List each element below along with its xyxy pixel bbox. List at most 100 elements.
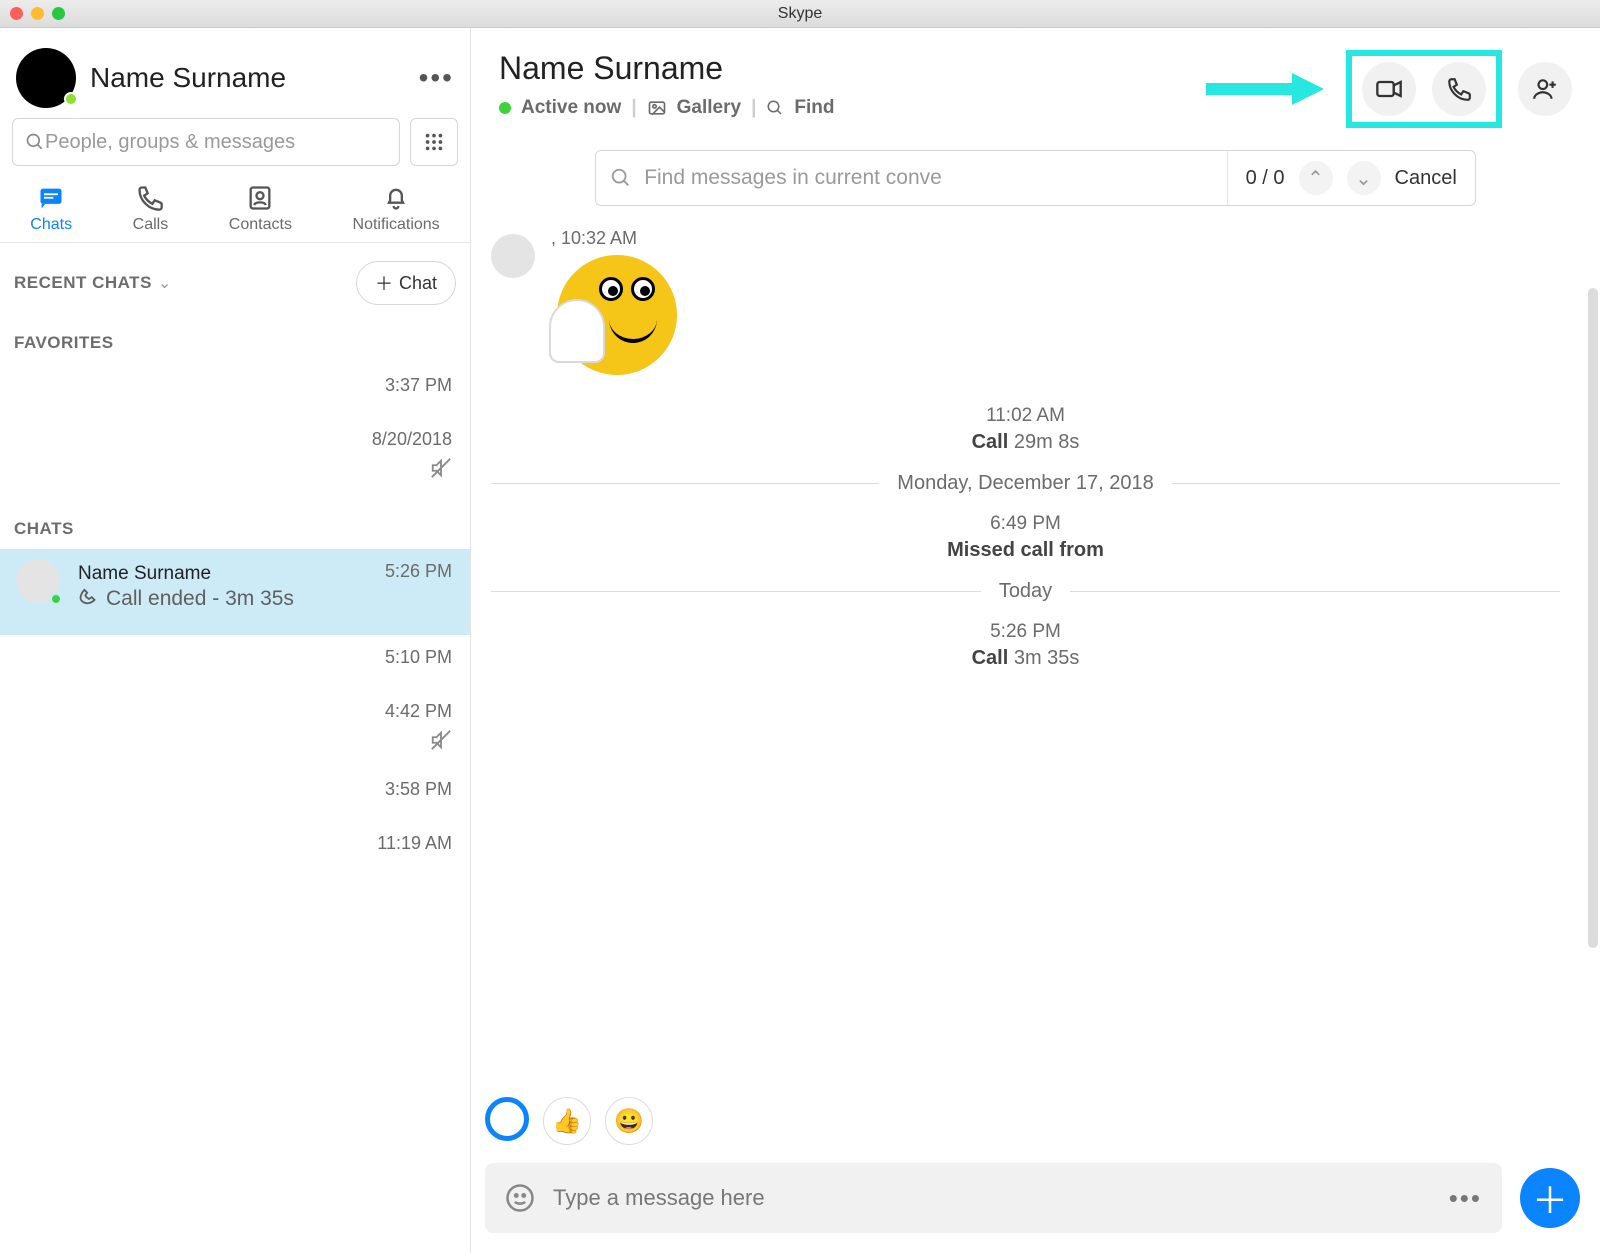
find-cancel-button[interactable]: Cancel — [1395, 167, 1457, 190]
new-action-fab[interactable]: ＋ — [1520, 1168, 1580, 1228]
reaction-suggestions: 👍 😀 — [471, 1089, 1600, 1153]
self-avatar[interactable] — [16, 48, 76, 108]
new-chat-label: Chat — [399, 273, 437, 294]
chevron-down-icon: ⌄ — [1355, 166, 1372, 191]
chats-header[interactable]: CHATS — [0, 495, 470, 549]
find-link[interactable]: Find — [794, 97, 834, 119]
tab-contacts[interactable]: Contacts — [229, 184, 292, 234]
thumbs-up-chip[interactable]: 👍 — [543, 1097, 591, 1145]
maximize-window-button[interactable] — [52, 7, 65, 20]
favorites-header[interactable]: FAVORITES — [0, 315, 470, 363]
chat-subtitle: Call ended - 3m 35s — [78, 587, 452, 611]
tab-label: Calls — [133, 216, 169, 234]
person-add-icon — [1532, 76, 1558, 102]
find-placeholder: Find messages in current conve — [644, 166, 942, 190]
composer-placeholder: Type a message here — [553, 1185, 765, 1211]
profile-header[interactable]: Name Surname ••• — [0, 28, 470, 118]
audio-call-button[interactable] — [1432, 62, 1486, 116]
search-box[interactable] — [12, 118, 400, 166]
video-icon — [1375, 75, 1403, 103]
conversation-title: Name Surname — [499, 50, 835, 87]
close-window-button[interactable] — [10, 7, 23, 20]
sidebar-tabs: Chats Calls Contacts Notifications — [0, 180, 470, 243]
call-event: 5:26 PM Call 3m 35s — [491, 621, 1560, 670]
window-titlebar: Skype — [0, 0, 1600, 28]
find-input-area[interactable]: Find messages in current conve — [596, 151, 1227, 205]
list-item[interactable]: 8/20/2018 — [0, 417, 470, 495]
event-time: 6:49 PM — [491, 513, 1560, 535]
avatar — [491, 234, 535, 278]
list-item[interactable]: Name Surname Call ended - 3m 35s 5:26 PM — [0, 549, 470, 635]
message-list[interactable]: , 10:32 AM 11:02 AM Call 29m 8s Monday, … — [471, 212, 1600, 1089]
emoji-sticker — [557, 255, 677, 375]
gallery-link[interactable]: Gallery — [677, 97, 741, 119]
item-time: 3:58 PM — [385, 779, 452, 800]
annotation-arrow — [1206, 69, 1326, 109]
presence-indicator — [499, 102, 511, 114]
presence-indicator — [64, 92, 78, 106]
list-item[interactable]: 11:19 AM — [0, 821, 470, 875]
search-icon — [25, 132, 45, 152]
add-participant-button[interactable] — [1518, 62, 1572, 116]
recent-chats-header[interactable]: RECENT CHATS — [14, 273, 152, 293]
message: , 10:32 AM — [491, 228, 1560, 375]
find-counter: 0 / 0 — [1246, 167, 1285, 190]
list-item[interactable]: 4:42 PM — [0, 689, 470, 767]
muted-icon — [430, 729, 452, 751]
list-item[interactable]: 3:37 PM — [0, 363, 470, 417]
search-icon — [610, 167, 632, 189]
video-call-button[interactable] — [1362, 62, 1416, 116]
tab-label: Notifications — [353, 216, 440, 234]
smile-chip[interactable]: 😀 — [605, 1097, 653, 1145]
date-divider: Monday, December 17, 2018 — [491, 472, 1560, 495]
tab-calls[interactable]: Calls — [133, 184, 169, 234]
find-prev-button[interactable]: ⌃ — [1299, 161, 1333, 195]
window-title: Skype — [778, 5, 822, 23]
plus-icon: ＋ — [375, 270, 393, 296]
presence-indicator — [50, 593, 62, 605]
chat-icon — [37, 184, 65, 212]
conversation-panel: Name Surname Active now | Gallery | Find — [471, 28, 1600, 1253]
phone-icon — [78, 588, 100, 610]
composer-more-button[interactable]: ••• — [1449, 1183, 1482, 1214]
event-time: 11:02 AM — [491, 405, 1560, 427]
list-item[interactable]: 3:58 PM — [0, 767, 470, 821]
find-in-conversation-bar: Find messages in current conve 0 / 0 ⌃ ⌄… — [595, 150, 1476, 206]
date-divider: Today — [491, 580, 1560, 603]
search-icon — [766, 99, 784, 117]
gallery-icon — [647, 98, 667, 118]
contacts-icon — [246, 184, 274, 212]
event-time: 5:26 PM — [491, 621, 1560, 643]
status-text: Active now — [521, 97, 621, 119]
item-time: 8/20/2018 — [372, 429, 452, 450]
chevron-down-icon[interactable]: ⌄ — [158, 273, 171, 293]
tab-label: Contacts — [229, 216, 292, 234]
smile-icon: 😀 — [614, 1107, 644, 1136]
scrollbar[interactable] — [1588, 288, 1598, 948]
tab-notifications[interactable]: Notifications — [353, 184, 440, 234]
phone-icon — [136, 184, 164, 212]
annotation-highlight — [1346, 50, 1502, 128]
new-chat-button[interactable]: ＋ Chat — [356, 261, 456, 305]
dialpad-icon — [423, 131, 445, 153]
dialpad-button[interactable] — [410, 118, 458, 166]
loading-chip[interactable] — [485, 1097, 529, 1141]
bell-icon — [382, 184, 410, 212]
message-timestamp: , 10:32 AM — [551, 228, 677, 249]
item-time: 4:42 PM — [385, 701, 452, 722]
tab-chats[interactable]: Chats — [30, 184, 72, 234]
minimize-window-button[interactable] — [31, 7, 44, 20]
thumbs-up-icon: 👍 — [552, 1107, 582, 1136]
tab-label: Chats — [30, 216, 72, 234]
search-input[interactable] — [45, 131, 387, 154]
item-time: 5:26 PM — [385, 561, 452, 582]
find-next-button[interactable]: ⌄ — [1347, 161, 1381, 195]
sidebar: Name Surname ••• Chats Calls Co — [0, 28, 471, 1253]
chevron-up-icon: ⌃ — [1307, 166, 1324, 191]
item-time: 11:19 AM — [377, 833, 452, 854]
list-item[interactable]: 5:10 PM — [0, 635, 470, 689]
profile-more-button[interactable]: ••• — [419, 62, 454, 94]
emoji-picker-icon[interactable] — [505, 1183, 535, 1213]
muted-icon — [430, 457, 452, 479]
message-composer[interactable]: Type a message here ••• — [485, 1163, 1502, 1233]
